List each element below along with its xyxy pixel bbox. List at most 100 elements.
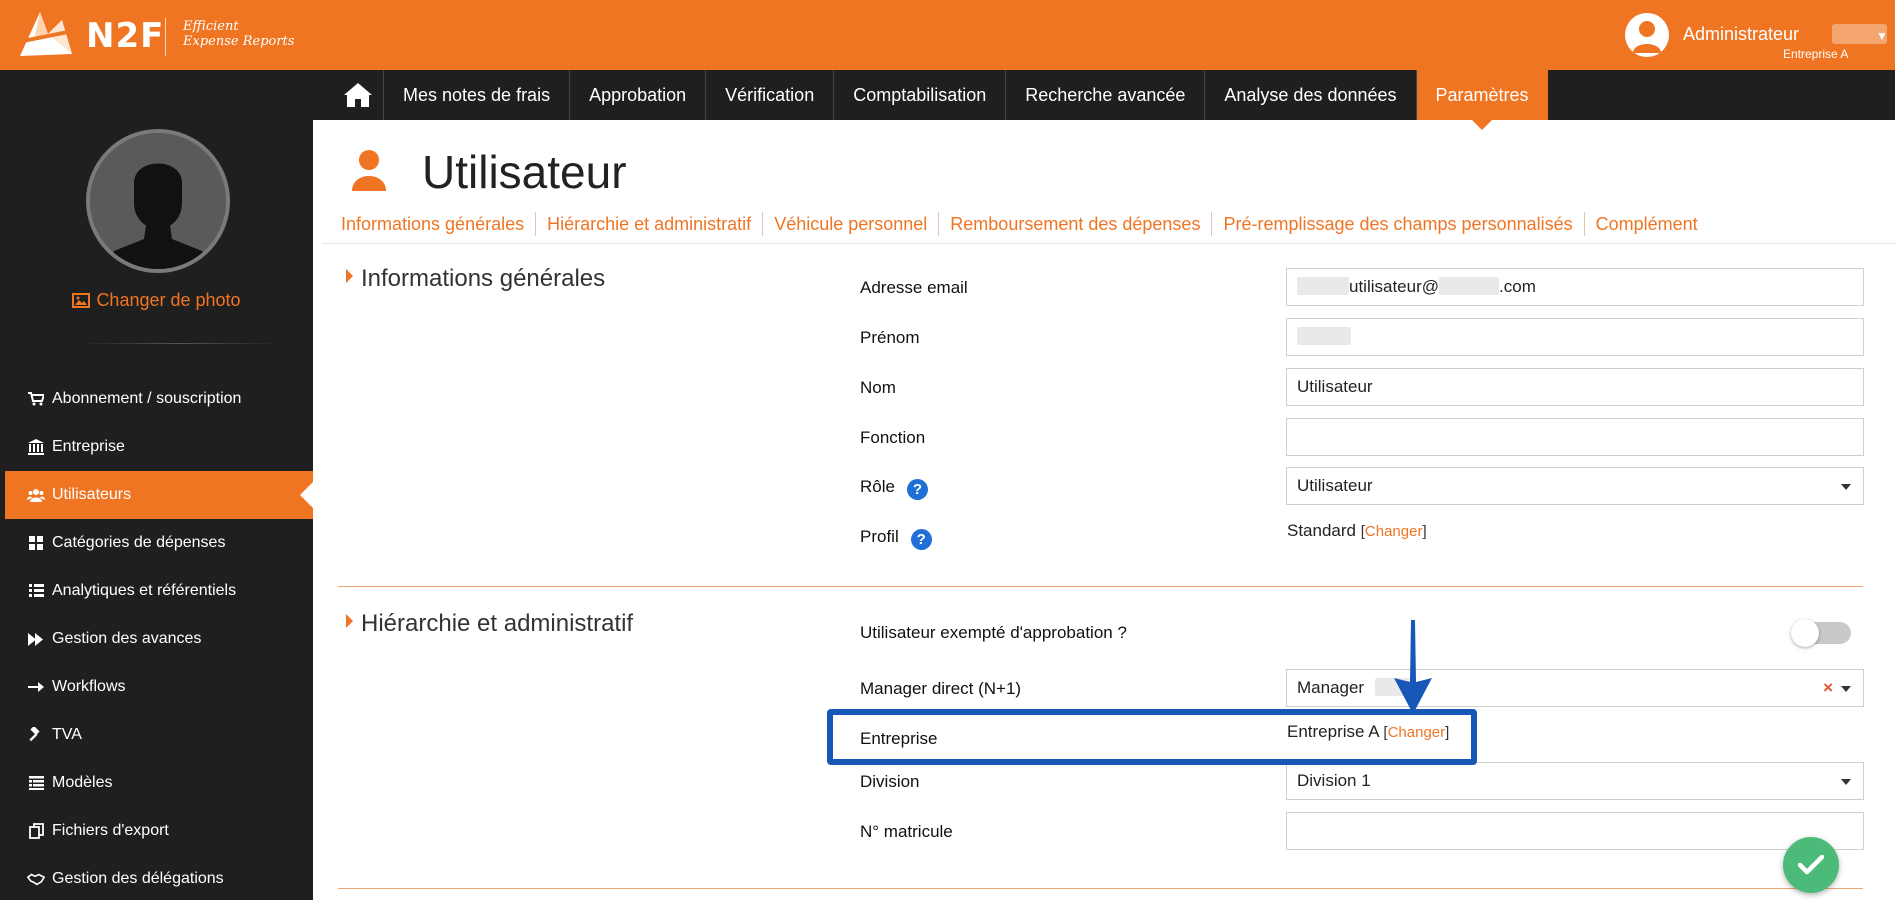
redacted-text bbox=[1297, 277, 1349, 295]
annotation-arrow-icon bbox=[1394, 620, 1432, 714]
save-button[interactable] bbox=[1783, 837, 1839, 893]
home-icon bbox=[343, 83, 372, 107]
nav-items: Mes notes de frais Approbation Vérificat… bbox=[384, 70, 1548, 130]
help-icon[interactable]: ? bbox=[906, 479, 928, 500]
division-select[interactable]: Division 1 bbox=[1286, 762, 1864, 800]
n2f-logo[interactable]: N2F Efficient Expense Reports bbox=[18, 10, 318, 60]
sidebar-item-tva[interactable]: TVA bbox=[0, 711, 313, 759]
sidebar-menu: Abonnement / souscription Entreprise Uti… bbox=[0, 375, 313, 900]
nav-verification[interactable]: Vérification bbox=[706, 70, 835, 120]
nav-approbation[interactable]: Approbation bbox=[570, 70, 707, 120]
profile-value: Standard [Changer] bbox=[1287, 521, 1427, 541]
change-photo-label: Changer de photo bbox=[96, 290, 241, 310]
nav-recherche-avancee[interactable]: Recherche avancée bbox=[1006, 70, 1206, 120]
role-select[interactable]: Utilisateur bbox=[1286, 467, 1864, 505]
main-navigation: Mes notes de frais Approbation Vérificat… bbox=[0, 70, 1895, 130]
logo-mark-icon bbox=[18, 12, 78, 56]
sidebar-item-fichiers-export[interactable]: Fichiers d'export bbox=[0, 807, 313, 855]
change-photo-link[interactable]: Changer de photo bbox=[0, 290, 313, 311]
tab-remboursement[interactable]: Remboursement des dépenses bbox=[939, 212, 1213, 236]
sidebar-item-label: Entreprise bbox=[52, 438, 125, 455]
tagline-line-2: Expense Reports bbox=[183, 34, 295, 49]
user-menu[interactable]: Administrateur Entreprise A ▼ bbox=[1595, 0, 1895, 70]
tab-pre-remplissage[interactable]: Pré-remplissage des champs personnalisés bbox=[1212, 212, 1585, 236]
home-button[interactable] bbox=[332, 70, 384, 120]
tagline-line-1: Efficient bbox=[183, 19, 239, 34]
section-title-text: Hiérarchie et administratif bbox=[361, 610, 634, 637]
checkmark-icon bbox=[1798, 855, 1824, 875]
exempt-toggle[interactable] bbox=[1791, 619, 1851, 647]
sidebar-item-workflows[interactable]: Workflows bbox=[0, 663, 313, 711]
sidebar-item-label: Gestion des avances bbox=[52, 630, 202, 647]
sidebar-item-label: Utilisateurs bbox=[52, 486, 132, 503]
user-silhouette-icon bbox=[1633, 21, 1661, 53]
redacted-text bbox=[1297, 327, 1351, 345]
highlight-annotation-box bbox=[827, 709, 1477, 765]
division-value: Division 1 bbox=[1297, 771, 1371, 790]
section-title-hierarchy[interactable]: Hiérarchie et administratif bbox=[346, 610, 633, 638]
email-local: utilisateur@ bbox=[1349, 277, 1440, 296]
role-value: Utilisateur bbox=[1297, 476, 1373, 495]
sidebar-item-label: Modèles bbox=[52, 774, 113, 791]
user-name: Administrateur bbox=[1683, 24, 1800, 44]
sidebar-item-label: Abonnement / souscription bbox=[52, 390, 242, 407]
arrow-right-icon bbox=[27, 678, 45, 696]
sidebar-item-abonnement[interactable]: Abonnement / souscription bbox=[0, 375, 313, 423]
user-company: Entreprise A bbox=[1783, 47, 1849, 61]
handshake-icon bbox=[27, 870, 45, 888]
grid-icon bbox=[27, 534, 45, 552]
lastname-field[interactable]: Utilisateur bbox=[1286, 368, 1864, 406]
function-field[interactable] bbox=[1286, 418, 1864, 456]
user-avatar bbox=[1625, 13, 1669, 57]
cart-icon bbox=[27, 390, 45, 408]
sidebar-item-label: Workflows bbox=[52, 678, 126, 695]
email-field[interactable]: utilisateur@ .com bbox=[1286, 268, 1864, 306]
lastname-label: Nom bbox=[860, 378, 896, 397]
nav-comptabilisation[interactable]: Comptabilisation bbox=[834, 70, 1007, 120]
sidebar-item-label: Fichiers d'export bbox=[52, 822, 169, 839]
page-title: Utilisateur bbox=[422, 146, 627, 198]
manager-label: Manager direct (N+1) bbox=[860, 679, 1022, 698]
tab-hierarchie[interactable]: Hiérarchie et administratif bbox=[536, 212, 764, 236]
nav-mes-notes-de-frais[interactable]: Mes notes de frais bbox=[384, 70, 571, 120]
change-profile-link[interactable]: Changer bbox=[1365, 523, 1423, 540]
role-label-text: Rôle bbox=[860, 477, 895, 496]
tab-complement[interactable]: Complément bbox=[1585, 212, 1709, 236]
sidebar-item-modeles[interactable]: Modèles bbox=[0, 759, 313, 807]
profile-value-text: Standard bbox=[1287, 521, 1356, 540]
sidebar-item-label: TVA bbox=[52, 726, 82, 743]
sidebar-item-delegations[interactable]: Gestion des délégations bbox=[0, 855, 313, 900]
firstname-label: Prénom bbox=[860, 328, 920, 347]
clear-icon[interactable]: × bbox=[1823, 670, 1833, 706]
section-title-general[interactable]: Informations générales bbox=[346, 265, 605, 293]
template-list-icon bbox=[27, 774, 45, 792]
sidebar-item-utilisateurs[interactable]: Utilisateurs bbox=[5, 471, 313, 519]
caret-down-icon[interactable]: ▼ bbox=[1876, 29, 1888, 43]
toggle-knob bbox=[1791, 619, 1819, 647]
triangle-right-icon bbox=[346, 614, 353, 628]
manager-select[interactable]: Manager × bbox=[1286, 669, 1864, 707]
tab-vehicule[interactable]: Véhicule personnel bbox=[763, 212, 940, 236]
sidebar-item-entreprise[interactable]: Entreprise bbox=[0, 423, 313, 471]
nav-parametres[interactable]: Paramètres bbox=[1416, 70, 1548, 130]
copy-icon bbox=[27, 822, 45, 840]
function-label: Fonction bbox=[860, 428, 926, 447]
sidebar-item-categories[interactable]: Catégories de dépenses bbox=[0, 519, 313, 567]
redacted-text bbox=[1439, 277, 1500, 295]
caret-down-icon bbox=[1841, 779, 1851, 785]
matricule-label: N° matricule bbox=[860, 822, 953, 841]
sidebar-item-analytiques[interactable]: Analytiques et référentiels bbox=[0, 567, 313, 615]
firstname-field[interactable] bbox=[1286, 318, 1864, 356]
logo-separator bbox=[165, 18, 166, 56]
exempt-label: Utilisateur exempté d'approbation ? bbox=[860, 623, 1127, 642]
nav-analyse-des-donnees[interactable]: Analyse des données bbox=[1205, 70, 1417, 120]
help-icon[interactable]: ? bbox=[910, 529, 932, 550]
caret-down-icon bbox=[1841, 686, 1851, 692]
bracket-close: ] bbox=[1422, 523, 1427, 540]
matricule-field[interactable] bbox=[1286, 812, 1864, 850]
subtabs: Informations générales Hiérarchie et adm… bbox=[331, 212, 1709, 236]
role-label: Rôle? bbox=[860, 477, 928, 500]
tab-informations-generales[interactable]: Informations générales bbox=[331, 212, 537, 236]
sidebar-item-avances[interactable]: Gestion des avances bbox=[0, 615, 313, 663]
subtabs-divider bbox=[322, 243, 1895, 244]
